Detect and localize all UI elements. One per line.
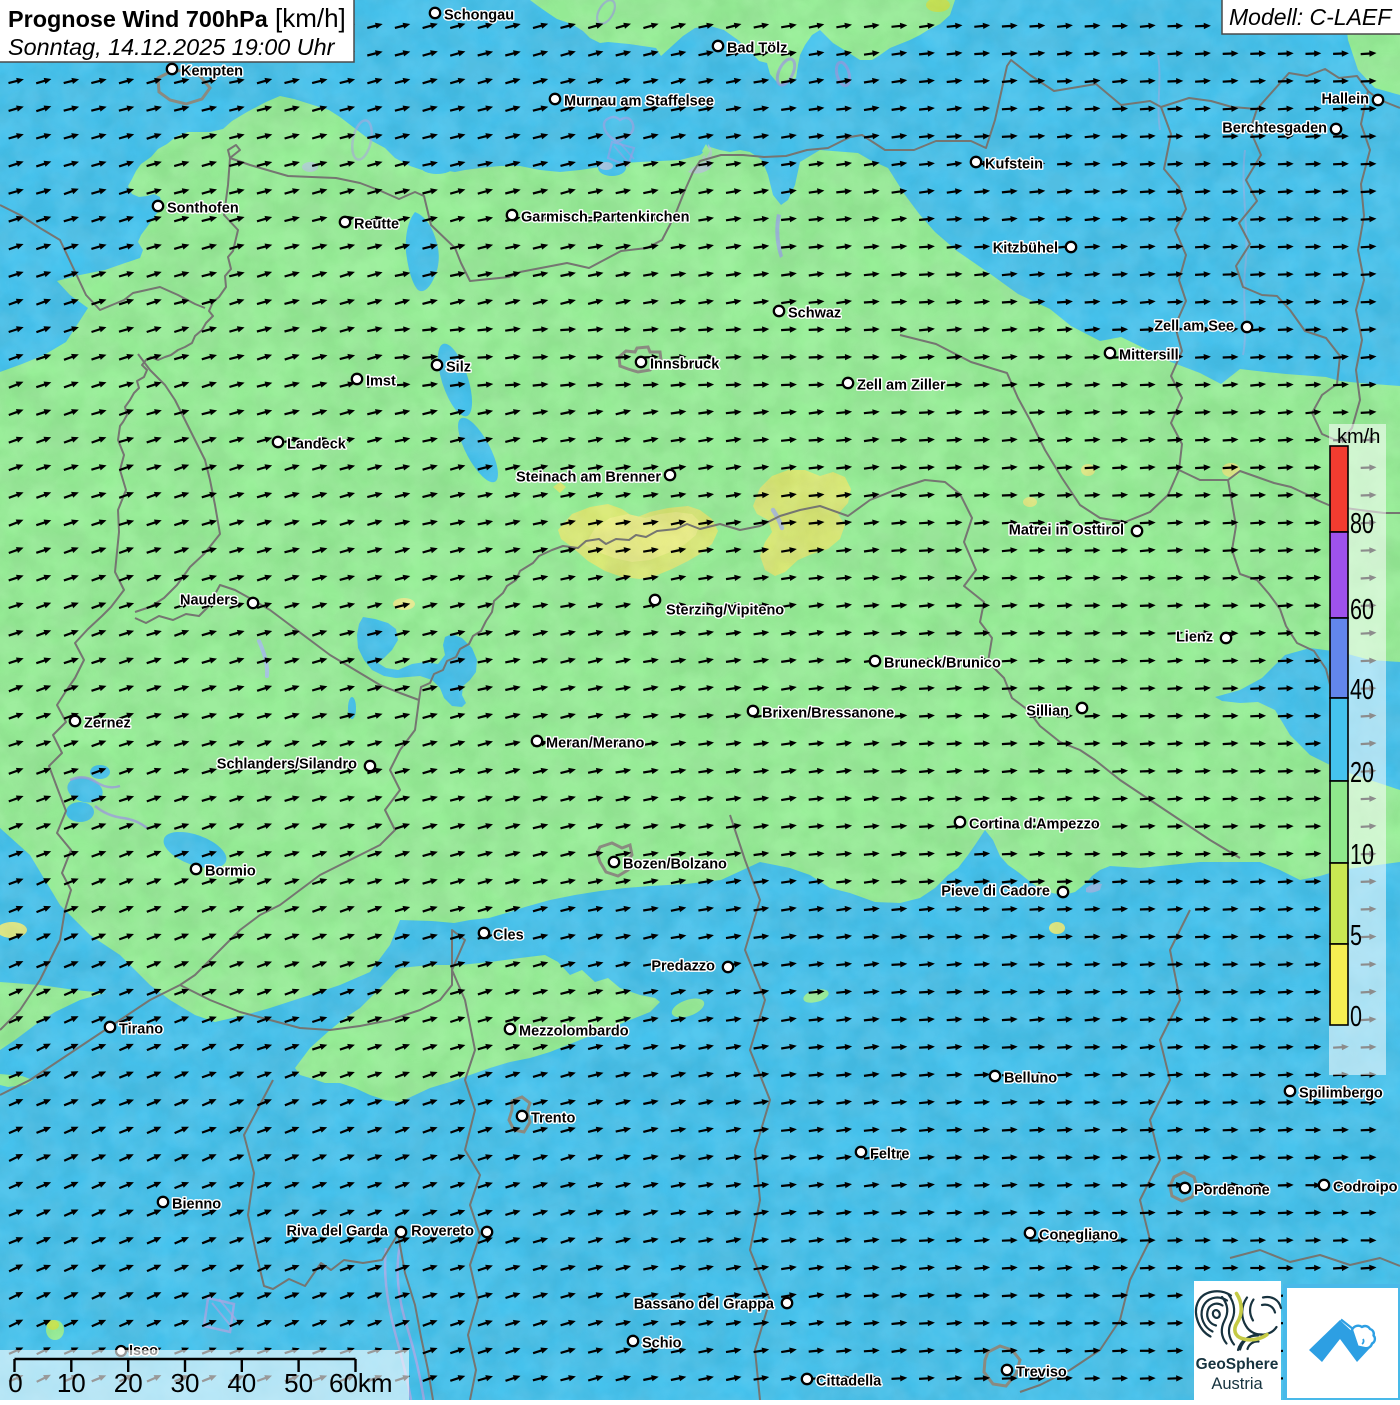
svg-text:Sonthofen: Sonthofen [167,201,239,217]
svg-text:Sillian: Sillian [1026,704,1069,720]
svg-text:Murnau am Staffelsee: Murnau am Staffelsee [564,94,714,110]
svg-text:80: 80 [1350,508,1374,540]
svg-text:Prognose Wind 700hPa [km/h]: Prognose Wind 700hPa [km/h] [8,3,346,33]
svg-text:Bad Tölz: Bad Tölz [727,41,787,57]
svg-text:Bassano del Grappa: Bassano del Grappa [634,1297,775,1313]
svg-text:10: 10 [57,1368,86,1398]
svg-text:Trento: Trento [531,1111,575,1127]
svg-text:Meran/Merano: Meran/Merano [546,736,644,752]
svg-text:Kufstein: Kufstein [985,157,1043,173]
svg-text:Nauders: Nauders [180,593,238,609]
svg-text:20: 20 [1350,757,1374,789]
svg-text:5: 5 [1350,920,1362,952]
svg-text:Schongau: Schongau [444,8,514,24]
svg-text:Riva del Garda: Riva del Garda [286,1224,388,1240]
svg-text:Hallein: Hallein [1321,92,1369,108]
svg-text:0: 0 [8,1368,22,1398]
svg-text:60: 60 [1350,594,1374,626]
svg-text:Rovereto: Rovereto [411,1224,474,1240]
svg-text:Cittadella: Cittadella [816,1374,882,1390]
svg-text:Berchtesgaden: Berchtesgaden [1222,121,1327,137]
svg-text:Bozen/Bolzano: Bozen/Bolzano [623,857,727,873]
svg-text:Schwaz: Schwaz [788,306,841,322]
svg-text:Kempten: Kempten [181,64,243,80]
svg-text:Steinach am Brenner: Steinach am Brenner [516,470,661,486]
svg-text:Predazzo: Predazzo [651,959,715,975]
svg-text:Brixen/Bressanone: Brixen/Bressanone [762,706,894,722]
svg-text:km/h: km/h [1337,426,1380,448]
svg-text:60km: 60km [329,1368,393,1398]
svg-text:Silz: Silz [446,360,471,376]
svg-text:Austria: Austria [1211,1375,1263,1393]
svg-text:40: 40 [1350,674,1374,706]
svg-text:Innsbruck: Innsbruck [650,357,720,373]
svg-text:20: 20 [114,1368,143,1398]
svg-text:Spilimbergo: Spilimbergo [1299,1086,1383,1102]
svg-text:50: 50 [284,1368,313,1398]
svg-text:30: 30 [171,1368,200,1398]
svg-text:Imst: Imst [366,374,396,390]
svg-text:Codroipo: Codroipo [1333,1180,1398,1196]
svg-text:Conegliano: Conegliano [1039,1228,1118,1244]
svg-text:Landeck: Landeck [287,437,347,453]
svg-text:0: 0 [1350,1001,1362,1033]
svg-text:Cles: Cles [493,928,524,944]
svg-text:Pordenone: Pordenone [1194,1183,1270,1199]
svg-text:Schlanders/Silandro: Schlanders/Silandro [217,757,357,773]
svg-text:Bruneck/Brunico: Bruneck/Brunico [884,656,1001,672]
svg-text:GeoSphere: GeoSphere [1196,1356,1279,1373]
svg-text:Schio: Schio [642,1336,682,1352]
svg-text:Zell am See: Zell am See [1154,319,1234,335]
svg-text:10: 10 [1350,839,1374,871]
svg-text:Sonntag, 14.12.2025 19:00 Uhr: Sonntag, 14.12.2025 19:00 Uhr [8,34,336,60]
svg-text:Pieve di Cadore: Pieve di Cadore [941,884,1050,900]
svg-text:Sterzing/Vipiteno: Sterzing/Vipiteno [666,603,784,619]
svg-text:Garmisch-Partenkirchen: Garmisch-Partenkirchen [521,210,689,226]
svg-text:Belluno: Belluno [1004,1071,1057,1087]
svg-text:Mezzolombardo: Mezzolombardo [519,1024,629,1040]
svg-text:Cortina d'Ampezzo: Cortina d'Ampezzo [969,817,1100,833]
svg-text:Matrei in Osttirol: Matrei in Osttirol [1009,523,1124,539]
svg-text:Mittersill: Mittersill [1119,348,1179,364]
svg-text:Reutte: Reutte [354,217,399,233]
svg-text:Zell am Ziller: Zell am Ziller [857,378,946,394]
svg-text:Bienno: Bienno [172,1197,221,1213]
svg-text:Zernez: Zernez [84,716,131,732]
svg-text:Treviso: Treviso [1016,1365,1067,1381]
svg-text:Feltre: Feltre [870,1147,910,1163]
svg-text:Tirano: Tirano [119,1022,163,1038]
svg-text:Bormio: Bormio [205,864,256,880]
svg-text:Kitzbühel: Kitzbühel [993,241,1058,257]
svg-text:Lienz: Lienz [1176,630,1213,646]
svg-text:40: 40 [227,1368,256,1398]
svg-text:Modell: C-LAEF: Modell: C-LAEF [1229,4,1393,30]
